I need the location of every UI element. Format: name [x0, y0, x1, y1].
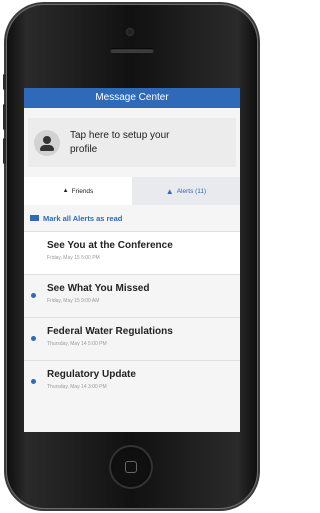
page-title: Message Center — [95, 92, 169, 103]
warning-icon: ▲ — [165, 186, 174, 196]
home-square-icon — [125, 461, 137, 473]
alert-item[interactable]: Federal Water Regulations Thursday, May … — [24, 317, 240, 360]
tab-alerts[interactable]: ▲ Alerts (11) — [132, 177, 240, 205]
envelope-icon — [30, 215, 39, 221]
setup-profile-button[interactable]: Tap here to setup your profile — [28, 118, 236, 167]
front-camera — [126, 28, 134, 36]
tab-friends-label: Friends — [71, 187, 94, 195]
title-bar: Message Center — [24, 88, 240, 108]
alert-title: See You at the Conference — [47, 240, 173, 251]
earpiece-speaker — [110, 48, 154, 53]
tab-friends[interactable]: ▲ Friends — [24, 177, 132, 205]
alert-date: Thursday, May 14 5:00 PM — [47, 341, 107, 347]
tab-bar: ▲ Friends ▲ Alerts (11) — [24, 177, 240, 205]
app-screen: Message Center Tap here to setup your pr… — [24, 88, 240, 432]
alert-title: Federal Water Regulations — [47, 326, 173, 337]
alert-item[interactable]: Regulatory Update Thursday, May 14 3:00 … — [24, 360, 240, 403]
setup-profile-label: Tap here to setup your profile — [70, 129, 170, 157]
home-button[interactable] — [109, 445, 153, 489]
setup-profile-line2: profile — [70, 143, 98, 155]
people-icon: ▲ — [62, 188, 69, 194]
alert-title: See What You Missed — [47, 283, 150, 294]
alert-item[interactable]: See What You Missed Friday, May 15 9:00 … — [24, 274, 240, 317]
alert-date: Friday, May 15 9:00 AM — [47, 298, 100, 304]
volume-up-button — [3, 104, 6, 130]
unread-dot-icon — [31, 379, 36, 384]
unread-dot-icon — [31, 336, 36, 341]
avatar-icon — [34, 129, 60, 156]
alert-title: Regulatory Update — [47, 369, 136, 380]
mark-all-read-button[interactable]: Mark all Alerts as read — [24, 205, 240, 231]
alert-date: Thursday, May 14 3:00 PM — [47, 384, 107, 390]
setup-profile-line1: Tap here to setup your — [70, 129, 170, 141]
alert-item[interactable]: See You at the Conference Friday, May 15… — [24, 231, 240, 274]
tab-alerts-label: Alerts (11) — [176, 187, 207, 195]
alert-date: Friday, May 15 5:00 PM — [47, 255, 100, 261]
mark-all-read-label: Mark all Alerts as read — [43, 213, 123, 223]
unread-dot-icon — [31, 293, 36, 298]
phone-frame: Message Center Tap here to setup your pr… — [3, 4, 258, 509]
mute-switch — [3, 74, 6, 90]
volume-down-button — [3, 138, 6, 164]
